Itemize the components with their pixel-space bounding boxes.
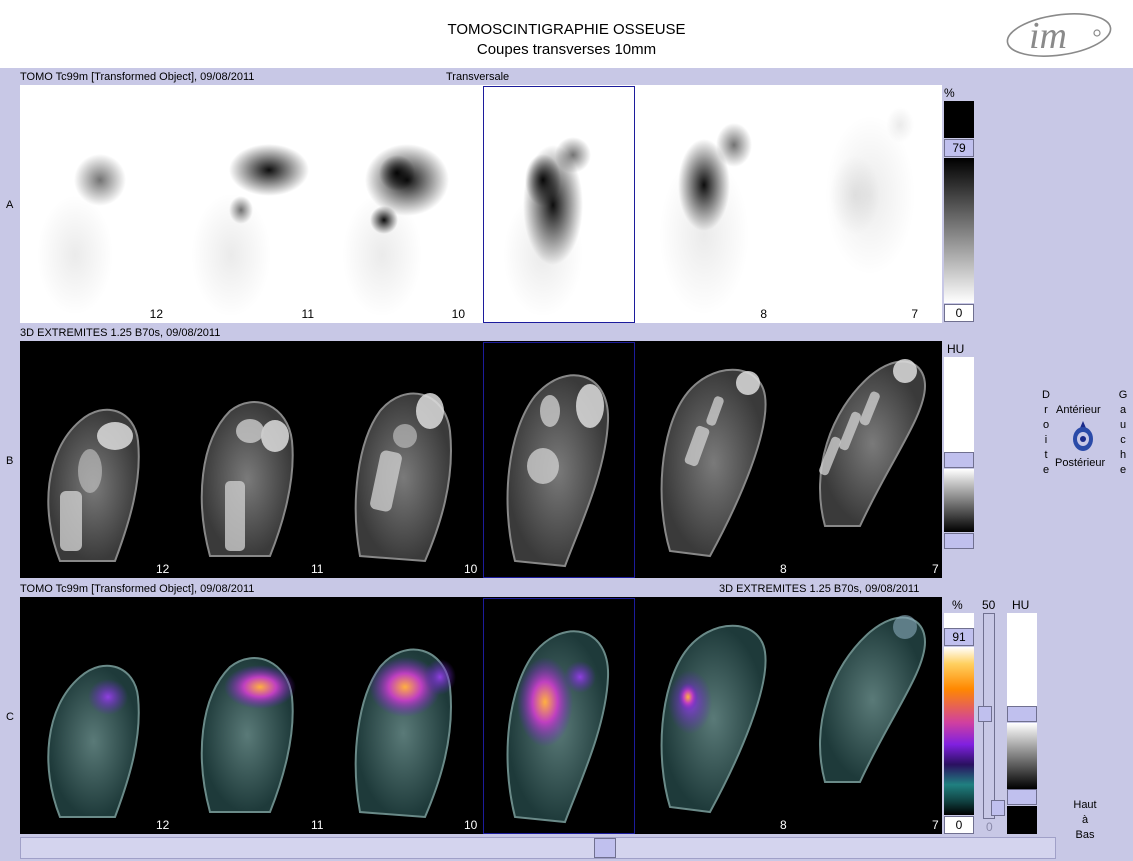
nm-scale-unit: % [944,86,955,100]
fusion-hu-unit: HU [1012,598,1030,612]
svg-text:im: im [1029,15,1067,57]
slice-number: 11 [301,307,314,321]
row-c-header-left: TOMO Tc99m [Transformed Object], 09/08/2… [20,583,255,595]
nm-slice-cell[interactable]: 12 [20,85,171,323]
slice-number: 8 [780,818,787,832]
fusion-scale-top-block [944,613,974,628]
slice-number: 7 [932,818,939,832]
ct-window-max-handle[interactable] [944,452,974,468]
report-subtitle: Coupes transverses 10mm [476,41,657,58]
slice-number: 8 [780,562,787,576]
row-b-label: B [6,455,14,467]
slice-scrollbar-track[interactable] [20,837,1056,859]
slice-number: 10 [464,818,478,832]
slice-number: 12 [156,818,170,832]
ct-scale-top-block [944,357,974,452]
slice-number: 8 [760,307,767,321]
row-a-header: TOMO Tc99m [Transformed Object], 09/08/2… [20,71,255,83]
body-orientation-icon[interactable] [1068,420,1098,454]
orientation-top-label: Antérieur [1056,404,1101,416]
fusion-pct-unit: % [952,598,963,612]
fusion-hu-colorbar [1007,723,1037,789]
nm-scale-top-block [944,101,974,138]
orientation-right-label: Gauche [1118,389,1128,476]
blend-min-handle[interactable] [991,800,1005,816]
nm-scale-max[interactable]: 79 [944,139,974,157]
nm-scale-min[interactable]: 0 [944,304,974,322]
im-logo: im [1006,13,1112,57]
fusion-color-colorbar [944,647,974,815]
row-a-label: A [6,199,14,211]
slice-direction-label[interactable]: Haut à Bas [1064,798,1106,843]
slice-number: 11 [311,562,324,576]
ct-scale-unit: HU [947,342,965,356]
row-c-header-right: 3D EXTREMITES 1.25 B70s, 09/08/2011 [719,583,920,595]
orientation-bottom-label: Postérieur [1055,457,1106,469]
slice-scrollbar-thumb[interactable] [594,838,616,858]
nm-slice-cell[interactable]: 10 [322,85,473,323]
view-label: Transversale [446,71,510,83]
report-title: TOMOSCINTIGRAPHIE OSSEUSE [447,21,686,38]
row-b-panel[interactable]: 12 11 10 8 7 [20,341,942,578]
orientation-left-label: Droite [1042,389,1050,476]
fusion-scale-min[interactable]: 0 [944,816,974,834]
blend-min-value: 0 [986,820,993,834]
slice-number: 10 [451,307,465,321]
row-a-panel[interactable]: 12 11 10 8 7 [20,85,942,323]
nm-grayscale-colorbar [944,158,974,303]
fusion-hu-top-block [1007,613,1037,706]
slice-number: 12 [149,307,163,321]
fusion-blend-value: 50 [982,598,996,612]
slice-number: 7 [911,307,918,321]
nm-slice-cell-selected[interactable] [473,85,624,323]
row-b-header: 3D EXTREMITES 1.25 B70s, 09/08/2011 [20,327,221,339]
row-c-panel[interactable]: 12 11 10 8 7 [20,597,942,834]
ct-window-min-handle[interactable] [944,533,974,549]
nm-slice-cell[interactable]: 8 [624,85,775,323]
slice-number: 11 [311,818,324,832]
ct-grayscale-colorbar [944,469,974,532]
fusion-hu-max-handle[interactable] [1007,706,1037,722]
fusion-scale-max[interactable]: 91 [944,628,974,646]
slice-number: 12 [156,562,170,576]
nm-slice-cell[interactable]: 7 [775,85,926,323]
fusion-hu-bottom-block [1007,806,1037,834]
row-c-label: C [6,711,14,723]
slice-number: 7 [932,562,939,576]
blend-slider-handle[interactable] [978,706,992,722]
slice-number: 10 [464,562,478,576]
nm-slice-cell[interactable]: 11 [171,85,322,323]
fusion-hu-min-handle[interactable] [1007,789,1037,805]
